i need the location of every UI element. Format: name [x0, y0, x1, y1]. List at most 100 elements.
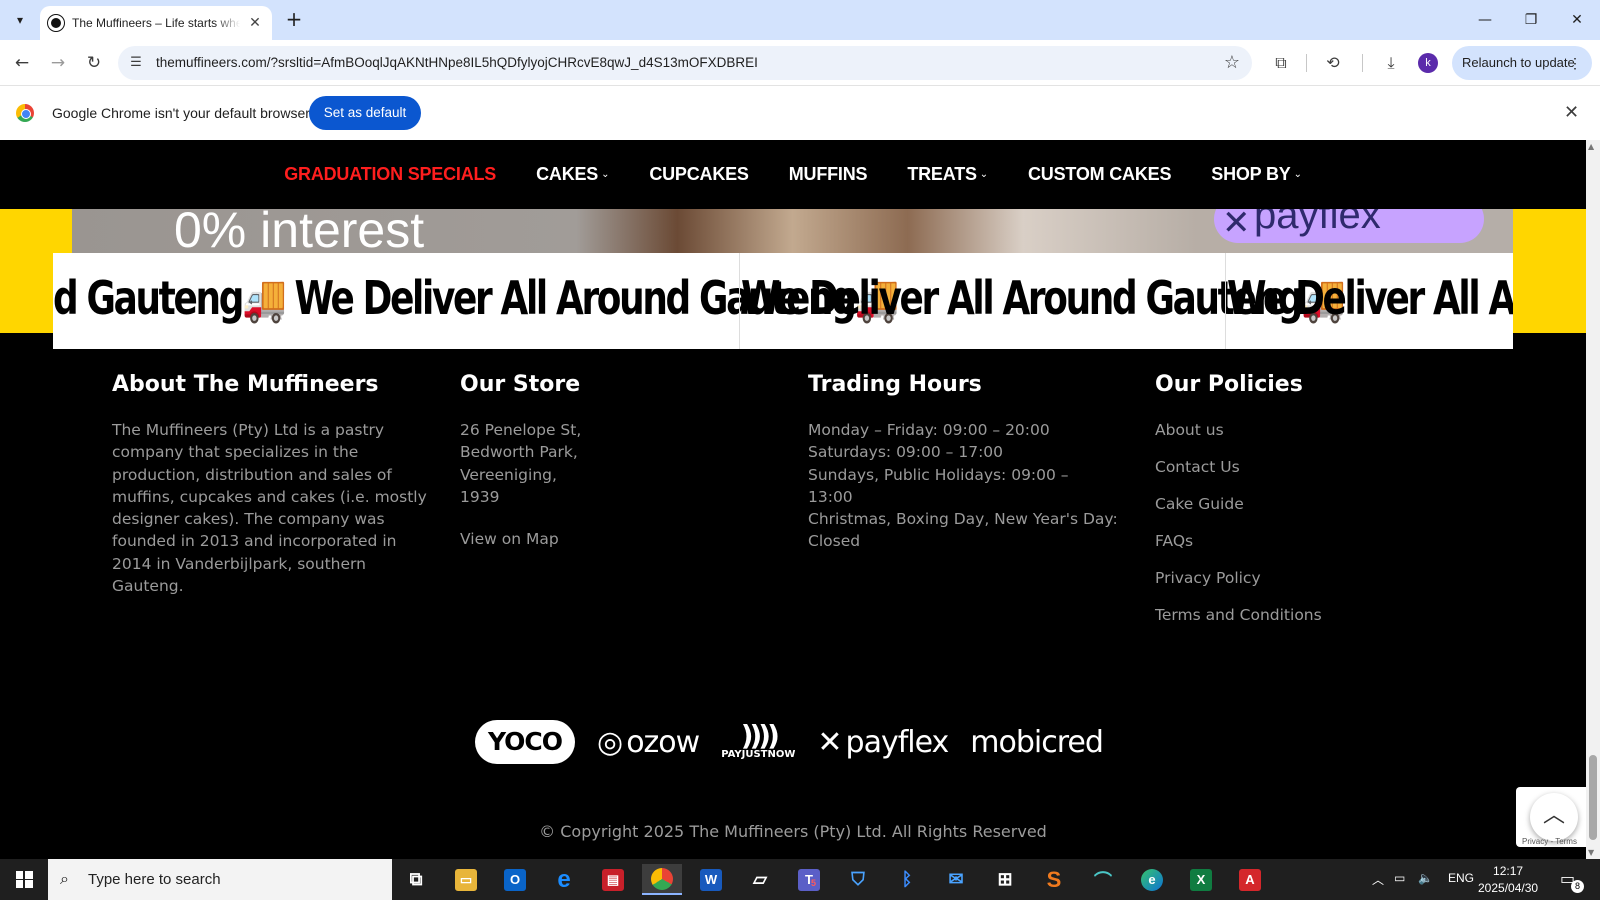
- infobar-message: Google Chrome isn't your default browser: [52, 105, 310, 121]
- tab-close-icon[interactable]: ✕: [246, 15, 264, 31]
- volume-icon[interactable]: 🔈: [1418, 871, 1433, 885]
- copyright-text: © Copyright 2025 The Muffineers (Pty) Lt…: [539, 822, 1047, 841]
- nav-treats[interactable]: TREATS ⌄: [907, 164, 988, 185]
- policy-link-terms[interactable]: Terms and Conditions: [1155, 604, 1455, 626]
- bookmark-star-icon[interactable]: ☆: [1224, 52, 1240, 73]
- excel-icon[interactable]: X: [1181, 864, 1221, 895]
- shield-glyph: ⛉: [851, 869, 865, 889]
- bluetooth-glyph: ᛒ: [901, 869, 913, 889]
- mail-icon[interactable]: ✉: [936, 864, 976, 895]
- store-address-line: 26 Penelope St,: [460, 421, 582, 439]
- payjustnow-logo-text: PAYJUSTNOW: [721, 749, 796, 760]
- back-to-top-chevron-up-icon[interactable]: ︿: [1530, 793, 1578, 841]
- policy-link-contact-us[interactable]: Contact Us: [1155, 456, 1455, 478]
- store-icon[interactable]: ⊞: [985, 864, 1025, 895]
- bluetooth-icon[interactable]: ᛒ: [887, 864, 927, 895]
- scroll-down-arrow-icon[interactable]: ▼: [1588, 848, 1594, 857]
- profile-avatar[interactable]: k: [1418, 53, 1438, 73]
- input-language[interactable]: ENG: [1448, 871, 1474, 885]
- delivery-marquee: d Gauteng🚚 We Deliver All Around Gauteng…: [53, 253, 1513, 349]
- back-arrow-icon[interactable]: ←: [9, 50, 35, 76]
- scrollbar-thumb[interactable]: [1589, 755, 1597, 840]
- sage-s-glyph: S: [1046, 866, 1062, 892]
- ozow-logo-text: ozow: [626, 724, 700, 760]
- nav-graduation-specials[interactable]: GRADUATION SPECIALS: [284, 164, 496, 185]
- show-hidden-icons-icon[interactable]: ︿: [1372, 871, 1384, 888]
- address-bar[interactable]: ☰ themuffineers.com/?srsltid=AfmBOoqlJqA…: [118, 46, 1252, 80]
- window-close-icon[interactable]: ✕: [1554, 6, 1600, 34]
- edge-legacy-icon[interactable]: e: [544, 864, 584, 895]
- set-as-default-button[interactable]: Set as default: [309, 96, 421, 130]
- defender-icon[interactable]: ⛉: [838, 864, 878, 895]
- nav-label: TREATS: [907, 164, 977, 184]
- store-address-line: Vereeniging,: [460, 465, 557, 484]
- policy-link-privacy-policy[interactable]: Privacy Policy: [1155, 567, 1455, 589]
- payjustnow-logo: )))) PAYJUSTNOW: [721, 719, 796, 761]
- relaunch-to-update-button[interactable]: Relaunch to update ⋮: [1452, 46, 1592, 80]
- url-text[interactable]: themuffineers.com/?srsltid=AfmBOoqlJqAKN…: [156, 55, 758, 70]
- view-on-map-link[interactable]: View on Map: [460, 528, 760, 550]
- windows-taskbar: ⌕ Type here to search ⧉ ▭ O e ▤ W ▱ T5 ⛉…: [0, 859, 1600, 900]
- browser-tab-active[interactable]: The Muffineers – Life starts whe ✕: [40, 6, 272, 40]
- nav-label: CUSTOM CAKES: [1027, 164, 1172, 184]
- history-icon[interactable]: ⟲: [1320, 50, 1346, 76]
- network-icon[interactable]: ▭: [1394, 871, 1405, 885]
- chrome-taskbar-icon[interactable]: [642, 864, 682, 895]
- site-favicon-icon: [47, 14, 65, 32]
- app-red-shape: ▤: [602, 868, 624, 891]
- word-icon[interactable]: W: [691, 864, 731, 895]
- toolbar-divider: [1362, 54, 1363, 72]
- clock-time: 12:17: [1493, 864, 1524, 878]
- nav-custom-cakes[interactable]: CUSTOM CAKES: [1028, 164, 1171, 185]
- extensions-puzzle-icon[interactable]: ⧉: [1268, 50, 1294, 76]
- arc-app-icon[interactable]: ⌒: [1083, 864, 1123, 895]
- edge-icon[interactable]: e: [1132, 864, 1172, 895]
- minimize-icon[interactable]: —: [1462, 6, 1508, 34]
- payflex-promo-banner[interactable]: 0% interest ✕ payflex: [72, 209, 1513, 253]
- payjustnow-arc-icon: )))): [740, 719, 780, 752]
- nav-muffins[interactable]: MUFFINS: [789, 164, 868, 185]
- tab-search-chevron-icon[interactable]: ▾: [8, 8, 32, 32]
- default-browser-infobar: Google Chrome isn't your default browser…: [0, 86, 1600, 140]
- scanner-app-icon[interactable]: ▱: [740, 864, 780, 895]
- task-view-icon[interactable]: ⧉: [396, 864, 436, 895]
- download-icon[interactable]: ⤓: [1378, 50, 1404, 76]
- sage-app-icon[interactable]: S: [1034, 864, 1074, 895]
- ozow-swirl-icon: ◎: [597, 724, 623, 760]
- acrobat-icon[interactable]: A: [1230, 864, 1270, 895]
- new-tab-plus-icon[interactable]: +: [282, 8, 306, 32]
- taskbar-search-box[interactable]: ⌕ Type here to search: [48, 859, 392, 900]
- teams-shape: T: [798, 868, 820, 891]
- system-clock[interactable]: 12:17 2025/04/30: [1478, 863, 1538, 897]
- nav-label: GRADUATION SPECIALS: [284, 164, 497, 184]
- restore-icon[interactable]: ❐: [1508, 6, 1554, 34]
- footer-store-column: Our Store 26 Penelope St, Bedworth Park,…: [460, 372, 760, 550]
- edge-e-glyph: e: [557, 865, 571, 893]
- chevron-down-icon: ⌄: [601, 169, 610, 180]
- start-button[interactable]: [0, 859, 48, 900]
- outlook-icon[interactable]: O: [495, 864, 535, 895]
- forward-arrow-icon[interactable]: →: [45, 50, 71, 76]
- web-page: GRADUATION SPECIALS CAKES ⌄ CUPCAKES MUFF…: [0, 140, 1600, 859]
- edge-shape: e: [1141, 868, 1163, 891]
- file-explorer-icon[interactable]: ▭: [446, 864, 486, 895]
- teams-icon[interactable]: T5: [789, 864, 829, 895]
- banner-headline: 0% interest: [174, 209, 425, 253]
- marquee-divider: [739, 253, 740, 349]
- folder-shape: ▭: [455, 868, 477, 891]
- app-icon-red[interactable]: ▤: [593, 864, 633, 895]
- reload-icon[interactable]: ↻: [81, 50, 107, 76]
- policy-link-cake-guide[interactable]: Cake Guide: [1155, 493, 1455, 515]
- policy-link-faqs[interactable]: FAQs: [1155, 530, 1455, 552]
- policy-link-about-us[interactable]: About us: [1155, 419, 1455, 441]
- nav-shop-by[interactable]: SHOP BY ⌄: [1211, 164, 1302, 185]
- infobar-close-icon[interactable]: ✕: [1564, 102, 1579, 123]
- mobicred-logo: mobicred: [970, 725, 1104, 760]
- chrome-menu-icon[interactable]: ⋮: [1568, 46, 1582, 80]
- nav-cupcakes[interactable]: CUPCAKES: [649, 164, 749, 185]
- page-scrollbar[interactable]: ▲ ▼: [1586, 140, 1600, 859]
- recaptcha-terms[interactable]: Privacy - Terms: [1522, 837, 1577, 846]
- scroll-up-arrow-icon[interactable]: ▲: [1588, 142, 1594, 151]
- nav-cakes[interactable]: CAKES ⌄: [536, 164, 609, 185]
- site-info-icon[interactable]: ☰: [126, 53, 146, 73]
